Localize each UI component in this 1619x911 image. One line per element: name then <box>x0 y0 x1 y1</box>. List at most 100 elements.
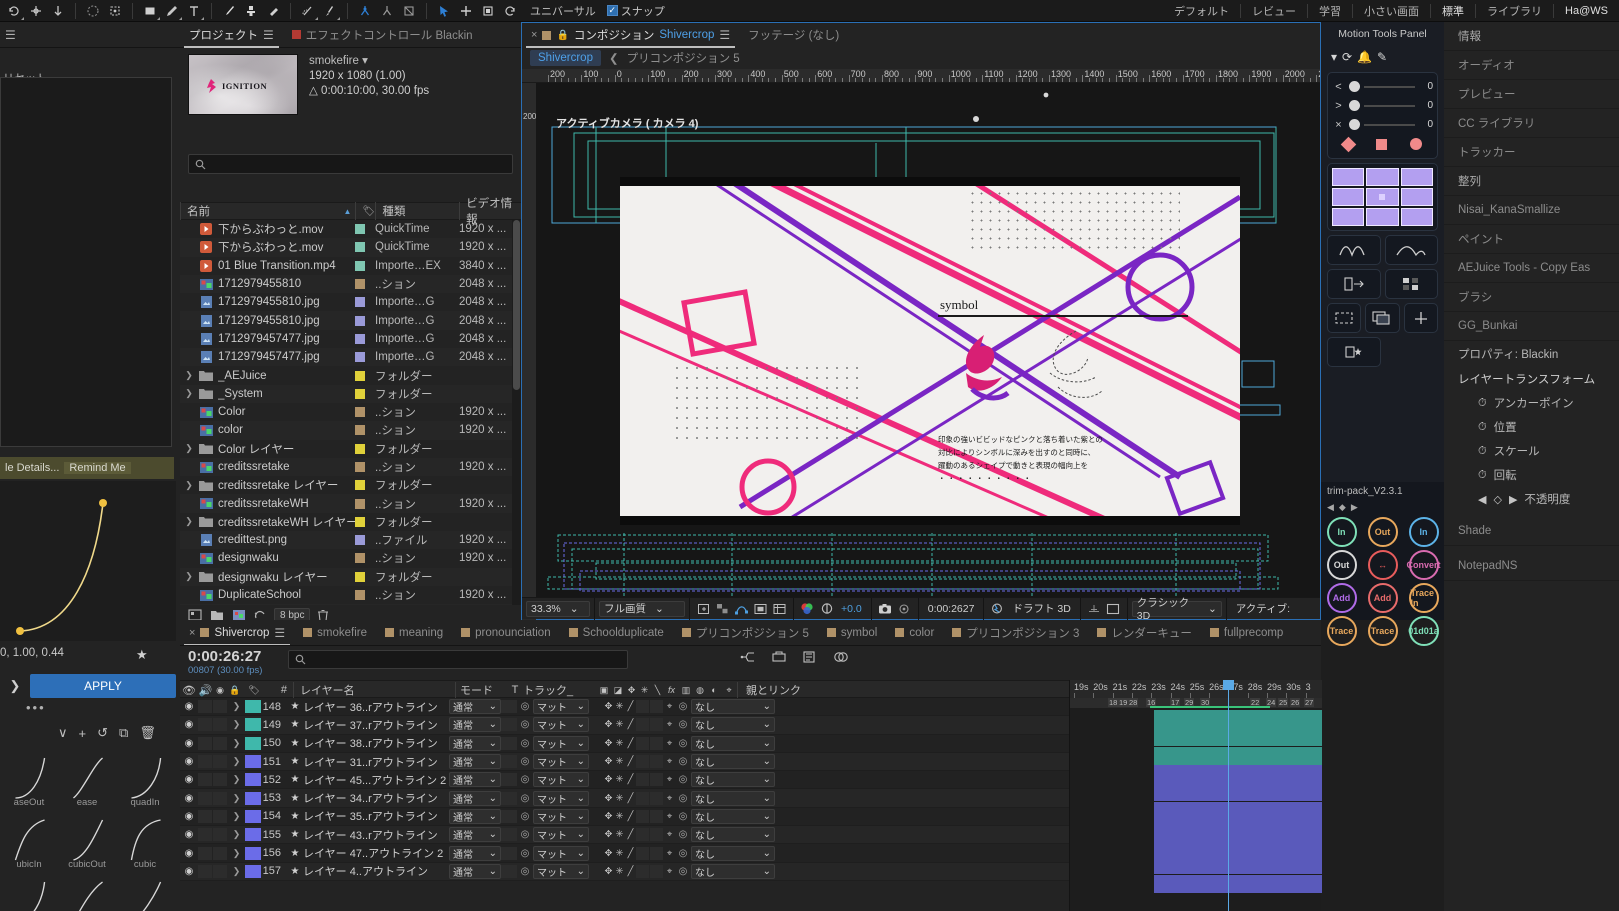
trim-button-In[interactable]: In <box>1326 517 1357 547</box>
layer-motion-blur-toggle[interactable] <box>636 846 649 860</box>
3d-ground-plane-icon[interactable] <box>1085 600 1104 617</box>
ease-preset-cubicOut[interactable]: cubicOut <box>58 810 116 872</box>
layer-preserve-transparency[interactable] <box>501 809 517 823</box>
trim-button-Add[interactable]: Add <box>1326 583 1357 613</box>
timeline-graph-area[interactable]: 19s 20s 21s 22s 23s 24s 25s 26s 27s 28s 29s 30s 3 16… <box>1069 680 1322 911</box>
item-label-color[interactable] <box>355 498 375 509</box>
ease-tool-⧉[interactable]: ⧉ <box>119 725 128 741</box>
timeline-tab-Schoolduplicate[interactable]: Schoolduplicate <box>560 620 673 645</box>
twirl-icon[interactable]: ❯ <box>180 370 198 381</box>
sidebar-item-トラッカー[interactable]: トラッカー <box>1444 138 1619 167</box>
layer-parent-pick-whip[interactable]: ◎ <box>675 866 691 877</box>
layer-twirl-icon[interactable]: ❯ <box>228 811 245 822</box>
project-item-row[interactable]: ❯ creditssretake レイヤー フォルダー <box>180 476 521 494</box>
layer-duration-bar[interactable] <box>1154 728 1322 747</box>
item-label-color[interactable] <box>355 571 375 582</box>
account-label[interactable]: Ha@WS <box>1554 5 1619 17</box>
project-item-row[interactable]: 1712979457477.jpg Importe…G 2048 x ... <box>180 348 521 367</box>
down-arrow-tool-icon[interactable] <box>47 1 69 21</box>
layer-motion-blur-toggle[interactable] <box>636 809 649 823</box>
layer-twirl-icon[interactable]: ❯ <box>228 848 245 859</box>
project-item-row[interactable]: Color ..ション 1920 x ... <box>180 403 521 421</box>
workspace-レビュー[interactable]: レビュー <box>1241 3 1307 19</box>
layer-motion-blur-toggle[interactable] <box>636 718 649 732</box>
layer-frame-blend-icon[interactable]: ╱ <box>625 811 636 822</box>
workspace-標準[interactable]: 標準 <box>1431 3 1475 19</box>
layer-shy-toggle[interactable] <box>589 700 602 713</box>
layer-audio-toggle[interactable] <box>198 846 212 860</box>
ease-preset-ease[interactable]: ease <box>58 748 116 810</box>
layer-preserve-transparency[interactable] <box>501 791 517 805</box>
layer-preserve-transparency[interactable] <box>501 736 517 750</box>
layer-audio-toggle[interactable] <box>198 828 212 842</box>
layer-quality-icon[interactable]: ✥ <box>603 848 614 859</box>
layer-track-matte[interactable]: マット ⌄ <box>533 790 589 806</box>
layer-solo-toggle[interactable] <box>213 700 227 714</box>
item-label-color[interactable] <box>355 297 375 308</box>
text-tool-icon[interactable] <box>183 1 205 21</box>
layer-3d-icon[interactable]: ⌖ <box>664 719 675 730</box>
timeline-marker[interactable]: 28 <box>1128 698 1139 707</box>
layer-shy-toggle[interactable] <box>589 847 602 860</box>
layer-adjustment-toggle[interactable] <box>650 791 663 805</box>
ease-preset-quadIn[interactable]: quadIn <box>116 748 174 810</box>
timeline-work-area[interactable]: 16 22 24 25 26 27 18 19 28 17 29 30 <box>1070 698 1322 708</box>
layer-motion-blur-toggle[interactable] <box>636 828 649 842</box>
sidebar-item-CC ライブラリ[interactable]: CC ライブラリ <box>1444 109 1619 138</box>
exposure-reset-icon[interactable] <box>817 600 836 617</box>
anchor-ml[interactable] <box>1332 188 1365 206</box>
item-label-color[interactable] <box>355 370 375 381</box>
layer-preserve-transparency[interactable] <box>501 718 517 732</box>
project-column-label[interactable]: 🏷 <box>355 202 375 220</box>
timeline-tab-プリコンポジション 3[interactable]: プリコンポジション 3 <box>943 620 1088 645</box>
stopwatch-icon[interactable]: ⏱ <box>1478 445 1487 458</box>
pan-behind-tool-icon[interactable] <box>104 1 126 21</box>
layer-parent-pick-whip[interactable]: ◎ <box>675 774 691 785</box>
layer-solo-toggle[interactable] <box>213 791 227 805</box>
layer-solo-toggle[interactable] <box>213 828 227 842</box>
item-label-color[interactable] <box>355 260 375 271</box>
current-time-indicator[interactable] <box>1223 680 1234 911</box>
layer-quality-icon[interactable]: ✥ <box>603 738 614 749</box>
more-options-icon[interactable]: ••• <box>26 700 46 715</box>
layer-matte-icon[interactable]: ◎ <box>517 829 533 840</box>
layer-name[interactable]: レイヤー 4..アウトライン <box>303 863 449 879</box>
twirl-icon[interactable]: ❯ <box>180 571 198 582</box>
layer-track-matte[interactable]: マット ⌄ <box>533 808 589 824</box>
transform-prop-不透明度[interactable]: ◀ ◇ ▶ 不透明度 <box>1444 487 1619 511</box>
layer-shy-toggle[interactable] <box>589 828 602 841</box>
layer-duration-bar[interactable] <box>1154 783 1322 802</box>
item-label-color[interactable] <box>355 462 375 472</box>
layer-parent-pick-whip[interactable]: ◎ <box>675 719 691 730</box>
slider-out-knob[interactable] <box>1349 100 1360 111</box>
project-item-row[interactable]: color ..ション 1920 x ... <box>180 421 521 440</box>
project-tab-project[interactable]: プロジェクト ☰ <box>180 22 283 48</box>
layer-quality-icon[interactable]: ✥ <box>603 756 614 767</box>
trim-button-Out[interactable]: Out <box>1326 550 1357 580</box>
pan-camera-tool-icon[interactable] <box>398 1 420 21</box>
layer-duration-bar[interactable] <box>1154 764 1322 783</box>
item-label-color[interactable] <box>355 535 375 546</box>
sidebar-item-AEJuice Tools - Copy Eas[interactable]: AEJuice Tools - Copy Eas <box>1444 254 1619 283</box>
layer-frame-blend-icon[interactable]: ╱ <box>625 756 636 767</box>
workspace-小さい画面[interactable]: 小さい画面 <box>1353 3 1430 19</box>
layer-frame-blend-icon[interactable]: ╱ <box>625 774 636 785</box>
layer-twirl-icon[interactable]: ❯ <box>228 793 245 804</box>
resolution-select[interactable]: フル画質 ⌄ <box>599 600 685 617</box>
timeline-tab-meaning[interactable]: meaning <box>376 620 452 645</box>
timeline-marker[interactable]: 25 <box>1278 698 1289 707</box>
layer-quality-icon[interactable]: ✥ <box>603 811 614 822</box>
layer-twirl-icon[interactable]: ❯ <box>228 701 245 712</box>
item-label-color[interactable] <box>355 333 375 344</box>
stopwatch-icon[interactable]: ⏱ <box>1478 421 1487 434</box>
apply-button[interactable]: APPLY <box>30 674 176 698</box>
layer-visibility-icon[interactable]: ◉ <box>180 756 198 767</box>
project-item-row[interactable]: 1712979455810.jpg Importe…G 2048 x ... <box>180 293 521 311</box>
keyframe-diamond-icon[interactable] <box>1340 136 1357 152</box>
star-shape-icon[interactable] <box>1327 337 1381 367</box>
layer-preserve-transparency[interactable] <box>501 700 517 714</box>
title-action-safe-icon[interactable] <box>751 600 770 617</box>
project-item-row[interactable]: 1712979455810 ..ション 2048 x ... <box>180 274 521 294</box>
layer-parent-pick-whip[interactable]: ◎ <box>675 756 691 767</box>
layer-track-matte[interactable]: マット ⌄ <box>533 827 589 843</box>
